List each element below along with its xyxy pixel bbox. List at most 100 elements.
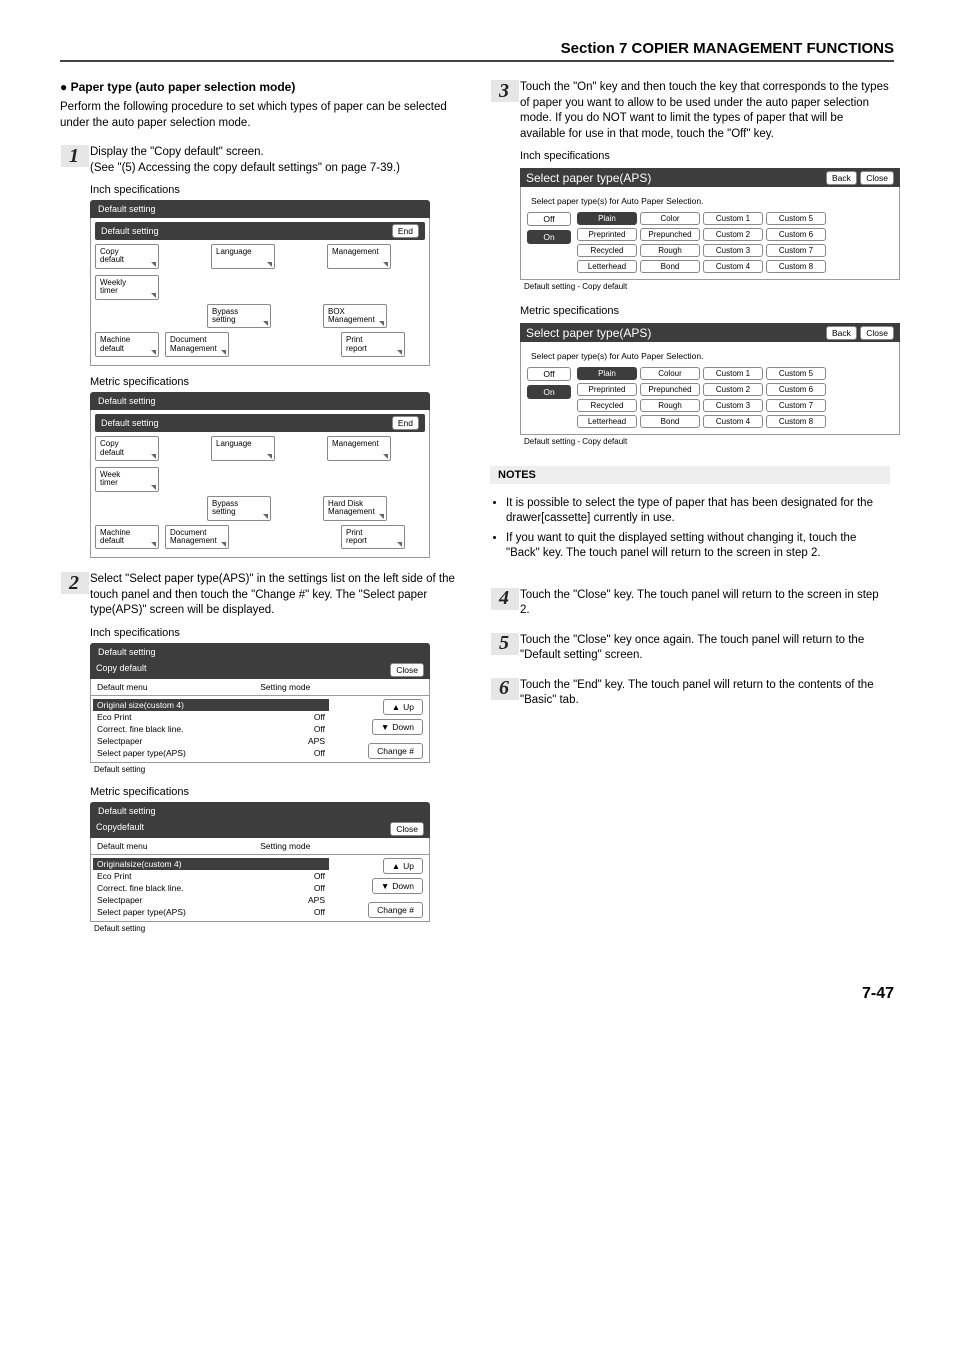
- paper-type-button[interactable]: Preprinted: [577, 228, 637, 241]
- step-number-3: 3: [491, 80, 519, 102]
- paper-type-button[interactable]: Custom 8: [766, 260, 826, 273]
- weekly-timer-button[interactable]: Weekly timer: [95, 275, 159, 300]
- col-mode: Setting mode: [260, 841, 310, 851]
- paper-type-button[interactable]: Plain: [577, 212, 637, 225]
- step2-text: Select "Select paper type(APS)" in the s…: [90, 572, 460, 619]
- panel-tab: Default setting: [90, 392, 430, 410]
- list-item[interactable]: Eco PrintOff: [97, 870, 325, 882]
- bypass-setting-button[interactable]: Bypass setting: [207, 496, 271, 521]
- paper-type-button[interactable]: Rough: [640, 399, 700, 412]
- language-button[interactable]: Language: [211, 436, 275, 461]
- copy-default-button[interactable]: Copy default: [95, 244, 159, 269]
- on-button[interactable]: On: [527, 230, 571, 244]
- print-report-button[interactable]: Print report: [341, 525, 405, 550]
- change-button[interactable]: Change #: [368, 902, 423, 918]
- machine-default-button[interactable]: Machine default: [95, 332, 159, 357]
- machine-default-button[interactable]: Machine default: [95, 525, 159, 550]
- box-management-button[interactable]: BOX Management: [323, 304, 387, 329]
- paper-type-button[interactable]: Bond: [640, 415, 700, 428]
- paper-type-button[interactable]: Prepunched: [640, 228, 700, 241]
- list-item[interactable]: Correct. fine black line.Off: [97, 723, 325, 735]
- paper-type-button[interactable]: Custom 1: [703, 212, 763, 225]
- off-button[interactable]: Off: [527, 367, 571, 381]
- col-menu: Default menu: [97, 682, 148, 692]
- copy-default-button[interactable]: Copy default: [95, 436, 159, 461]
- paper-type-button[interactable]: Color: [640, 212, 700, 225]
- list-item[interactable]: Originalsize(custom 4): [93, 858, 329, 870]
- note-item: It is possible to select the type of pap…: [506, 496, 890, 527]
- paper-type-button[interactable]: Custom 5: [766, 367, 826, 380]
- down-button[interactable]: ▼Down: [372, 878, 423, 894]
- list-item[interactable]: Select paper type(APS)Off: [97, 747, 325, 759]
- paper-type-button[interactable]: Bond: [640, 260, 700, 273]
- week-timer-button[interactable]: Week timer: [95, 467, 159, 492]
- step6-text: Touch the "End" key. The touch panel wil…: [520, 678, 890, 709]
- print-report-button[interactable]: Print report: [341, 332, 405, 357]
- document-management-button[interactable]: Document Management: [165, 332, 229, 357]
- off-button[interactable]: Off: [527, 212, 571, 226]
- panel-title: Default setting: [101, 226, 159, 236]
- paper-type-button[interactable]: Custom 1: [703, 367, 763, 380]
- paper-type-button[interactable]: Recycled: [577, 399, 637, 412]
- list-item[interactable]: SelectpaperAPS: [97, 735, 325, 747]
- panel-tab: Default setting: [90, 643, 430, 661]
- paper-type-button[interactable]: Letterhead: [577, 260, 637, 273]
- up-button[interactable]: ▲Up: [383, 699, 423, 715]
- triangle-up-icon: ▲: [392, 861, 400, 871]
- paper-type-button[interactable]: Custom 5: [766, 212, 826, 225]
- list-bar-title: Copy default: [96, 663, 147, 677]
- document-management-button[interactable]: Document Management: [165, 525, 229, 550]
- paper-type-button[interactable]: Letterhead: [577, 415, 637, 428]
- metric-spec-label: Metric specifications: [90, 786, 460, 798]
- step-number-5: 5: [491, 633, 519, 655]
- close-button[interactable]: Close: [860, 171, 894, 185]
- paper-type-button[interactable]: Custom 7: [766, 399, 826, 412]
- panel-title: Default setting: [101, 418, 159, 428]
- triangle-down-icon: ▼: [381, 881, 389, 891]
- paper-type-button[interactable]: Colour: [640, 367, 700, 380]
- aps-title: Select paper type(APS): [526, 326, 651, 340]
- down-button[interactable]: ▼Down: [372, 719, 423, 735]
- management-button[interactable]: Management: [327, 244, 391, 269]
- step5-text: Touch the "Close" key once again. The to…: [520, 633, 890, 664]
- paper-type-button[interactable]: Preprinted: [577, 383, 637, 396]
- intro-text: Perform the following procedure to set w…: [60, 100, 460, 131]
- harddisk-management-button[interactable]: Hard Disk Management: [323, 496, 387, 521]
- close-button[interactable]: Close: [860, 326, 894, 340]
- list-item[interactable]: SelectpaperAPS: [97, 894, 325, 906]
- list-item[interactable]: Correct. fine black line.Off: [97, 882, 325, 894]
- end-button[interactable]: End: [392, 416, 419, 430]
- paper-type-button[interactable]: Custom 4: [703, 260, 763, 273]
- paper-type-button[interactable]: Custom 6: [766, 383, 826, 396]
- paper-type-button[interactable]: Prepunched: [640, 383, 700, 396]
- up-button[interactable]: ▲Up: [383, 858, 423, 874]
- inch-spec-label: Inch specifications: [90, 627, 460, 639]
- paper-type-button[interactable]: Custom 7: [766, 244, 826, 257]
- bypass-setting-button[interactable]: Bypass setting: [207, 304, 271, 329]
- paper-type-button[interactable]: Custom 2: [703, 383, 763, 396]
- paper-type-button[interactable]: Custom 6: [766, 228, 826, 241]
- paper-type-button[interactable]: Custom 2: [703, 228, 763, 241]
- back-button[interactable]: Back: [826, 326, 857, 340]
- list-item[interactable]: Select paper type(APS)Off: [97, 906, 325, 918]
- paper-type-button[interactable]: Custom 8: [766, 415, 826, 428]
- end-button[interactable]: End: [392, 224, 419, 238]
- language-button[interactable]: Language: [211, 244, 275, 269]
- close-button[interactable]: Close: [390, 663, 424, 677]
- paper-type-button[interactable]: Recycled: [577, 244, 637, 257]
- paper-type-button[interactable]: Custom 4: [703, 415, 763, 428]
- list-item[interactable]: Original size(custom 4): [93, 699, 329, 711]
- panel-footer: Default setting: [90, 922, 430, 935]
- paper-type-button[interactable]: Plain: [577, 367, 637, 380]
- panel-footer: Default setting - Copy default: [520, 435, 900, 448]
- change-button[interactable]: Change #: [368, 743, 423, 759]
- list-item[interactable]: Eco PrintOff: [97, 711, 325, 723]
- paper-type-button[interactable]: Custom 3: [703, 399, 763, 412]
- paper-type-button[interactable]: Custom 3: [703, 244, 763, 257]
- paper-type-button[interactable]: Rough: [640, 244, 700, 257]
- close-button[interactable]: Close: [390, 822, 424, 836]
- page-number: 7-47: [60, 985, 894, 1003]
- management-button[interactable]: Management: [327, 436, 391, 461]
- on-button[interactable]: On: [527, 385, 571, 399]
- back-button[interactable]: Back: [826, 171, 857, 185]
